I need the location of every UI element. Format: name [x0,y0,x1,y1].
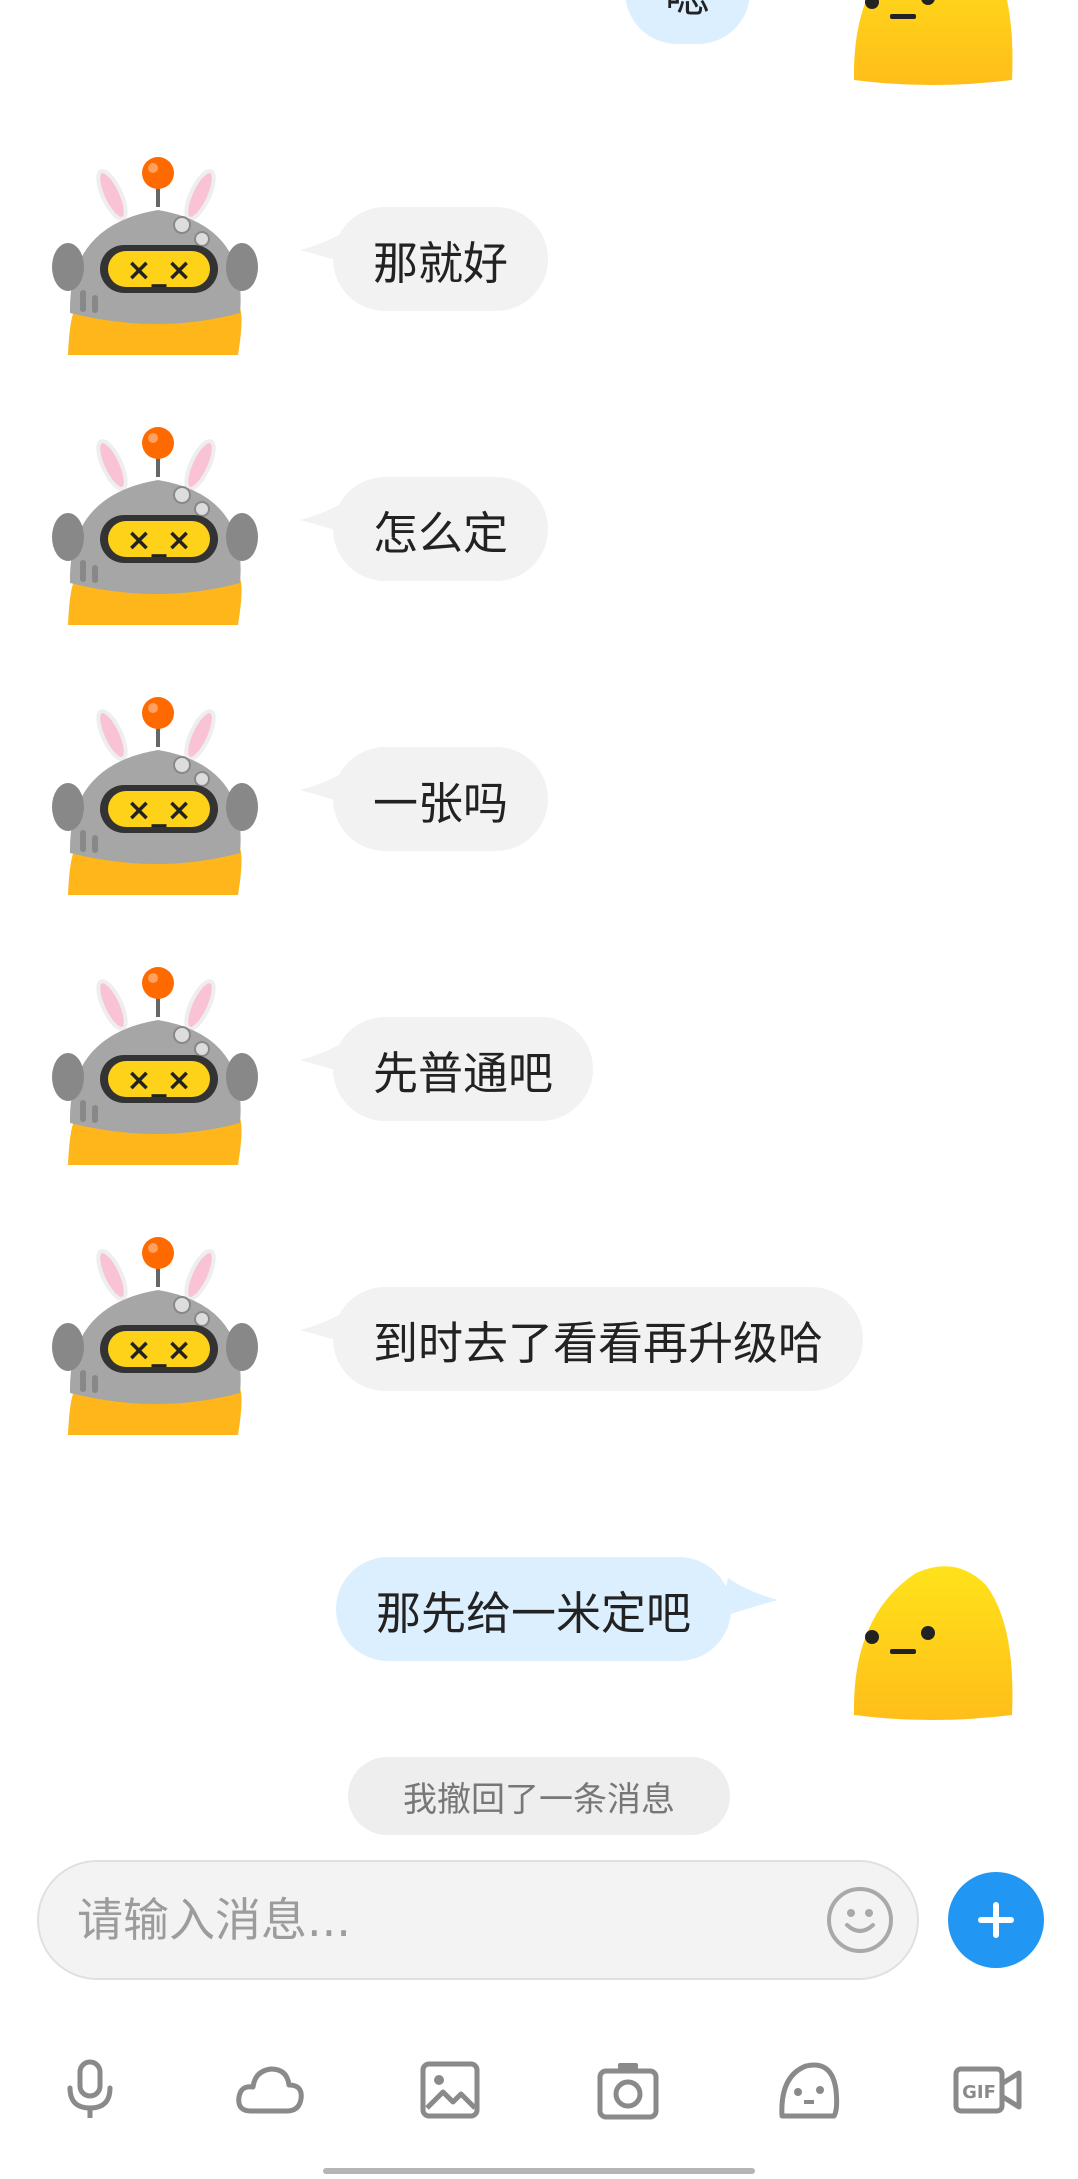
cloud-icon[interactable] [230,2055,310,2125]
message-bubble-incoming[interactable]: 到时去了看看再升级哈 [333,1287,864,1391]
avatar[interactable] [50,425,260,635]
message-bubble-outgoing[interactable]: 嗯 [625,0,750,44]
message-bubble-outgoing[interactable]: 那先给一米定吧 [336,1557,732,1661]
message-text: 那就好 [373,236,509,290]
avatar[interactable] [50,155,260,365]
recalled-message-notice: 我撤回了一条消息 [348,1757,730,1835]
message-text: 怎么定 [373,506,509,560]
plus-icon [978,1902,1014,1938]
avatar[interactable] [50,695,260,905]
sticker-icon[interactable] [768,2055,848,2125]
message-bubble-incoming[interactable]: 那就好 [333,207,549,311]
svg-text:GIF: GIF [962,2082,996,2103]
avatar[interactable] [846,0,1016,90]
message-text: 那先给一米定吧 [376,1586,692,1640]
camera-icon[interactable] [588,2055,668,2125]
avatar[interactable] [50,1235,260,1445]
message-composer [37,1860,919,1980]
microphone-icon[interactable] [50,2055,130,2125]
message-text: 嗯 [665,0,710,25]
add-attachment-button[interactable] [948,1872,1044,1968]
message-text: 一张吗 [373,776,509,830]
bubble-tail [718,1578,778,1618]
message-bubble-incoming[interactable]: 怎么定 [333,477,549,581]
emoji-icon[interactable] [827,1887,893,1953]
home-indicator[interactable] [323,2168,755,2174]
avatar[interactable] [50,965,260,1175]
avatar[interactable] [846,1555,1016,1725]
message-input[interactable] [75,1892,827,1948]
gif-video-icon[interactable]: GIF [948,2055,1028,2125]
message-text: 到时去了看看再升级哈 [373,1316,824,1370]
message-bubble-incoming[interactable]: 一张吗 [333,747,549,851]
message-text: 先普通吧 [373,1046,554,1100]
image-icon[interactable] [410,2055,490,2125]
message-bubble-incoming[interactable]: 先普通吧 [333,1017,594,1121]
